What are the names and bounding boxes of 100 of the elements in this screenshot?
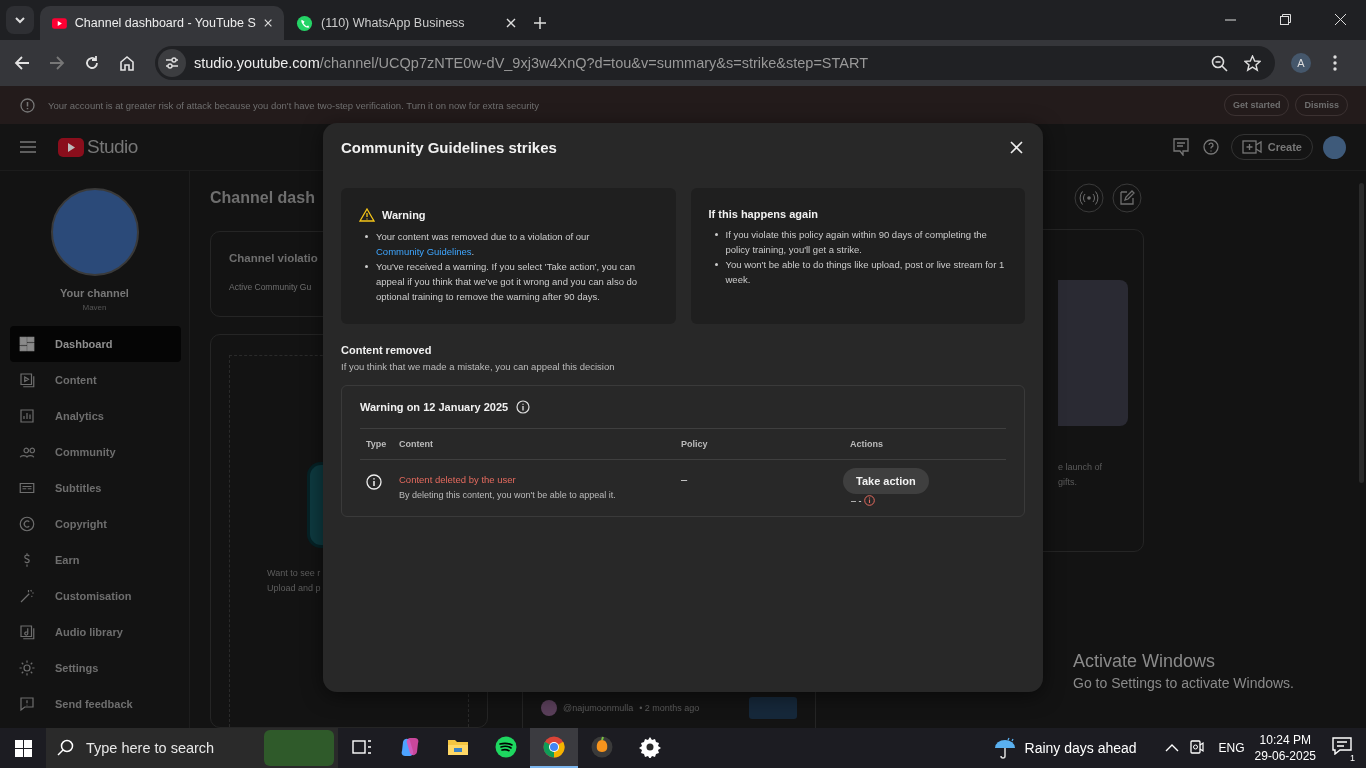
weather-text[interactable]: Rainy days ahead: [1024, 740, 1137, 756]
magic-wand-icon: [18, 587, 36, 605]
settings-icon: [18, 659, 36, 677]
close-icon[interactable]: [506, 18, 516, 28]
info-icon: [366, 474, 382, 490]
box-title: Warning: [382, 209, 426, 221]
fruit-icon: [591, 736, 613, 758]
nav-item[interactable]: Customisation: [10, 578, 181, 614]
warning-circle-icon: [20, 97, 35, 113]
help-icon[interactable]: [1202, 139, 1219, 155]
nav-item[interactable]: Content: [10, 362, 181, 398]
more-menu-icon[interactable]: [1333, 55, 1337, 71]
youtube-logo-icon: [58, 137, 84, 157]
close-icon[interactable]: [263, 18, 272, 28]
umbrella-rain-icon: [992, 736, 1017, 760]
url-text: studio.youtube.com/channel/UCQp7zNTE0w-dV_9xj3w4XnQ?d=tou&v=summary&s=strike&step=START: [194, 55, 869, 71]
new-tab-icon[interactable]: [534, 17, 546, 29]
folder-icon: [447, 738, 469, 756]
copyright-icon: [18, 515, 36, 533]
banner-message: Your account is at greater risk of attack because you don't have two-step verification. Turn it on now for extra security: [48, 99, 539, 111]
card-title: Channel violatio: [229, 252, 318, 264]
strike-title: Warning on 12 January 2025: [360, 401, 509, 413]
channel-name: Maven: [82, 303, 107, 312]
nav-item[interactable]: Earn: [10, 542, 181, 578]
dialog-title: Community Guidelines strikes: [341, 138, 557, 156]
taskbar-app[interactable]: [530, 728, 578, 768]
bullet-icon: [714, 233, 718, 236]
close-icon[interactable]: [1335, 14, 1346, 25]
chevron-down-icon: [14, 14, 26, 26]
search-icon: [57, 739, 75, 757]
comment-author: @najumoonmulla: [563, 703, 634, 713]
forward-arrow-icon[interactable]: [49, 55, 65, 71]
tab-search-button[interactable]: [6, 6, 34, 34]
profile-avatar[interactable]: A: [1291, 53, 1311, 73]
section-text: If you think that we made a mistake, you can appeal this decision: [341, 361, 616, 372]
whatsapp-icon: [296, 14, 313, 32]
site-settings-icon[interactable]: [158, 49, 186, 77]
commenter-avatar: [541, 700, 557, 716]
browser-tab[interactable]: Channel dashboard - YouTube S: [40, 6, 284, 40]
video-plus-icon: [1241, 140, 1262, 154]
bullet-text: You've received a warning. If you select 'Take action', you can appeal if you think that we've got it wrong and you can also do optional training to remove the warning after 90 days.: [376, 260, 639, 304]
feedback-icon: [18, 695, 36, 713]
nav-item[interactable]: Community: [10, 434, 181, 470]
chevron-up-icon[interactable]: [1164, 744, 1179, 752]
nav-item[interactable]: Subtitles: [10, 470, 181, 506]
policy-cell-text: –: [681, 472, 689, 487]
video-icon: [18, 371, 36, 389]
tab-title: Channel dashboard - YouTube S: [74, 16, 256, 30]
channel-label[interactable]: Your channel: [60, 287, 129, 299]
nav-item[interactable]: Dashboard: [10, 326, 181, 362]
nav-item[interactable]: Copyright: [10, 506, 181, 542]
nav-item[interactable]: Audio library: [10, 614, 181, 650]
live-icon[interactable]: [1074, 183, 1104, 213]
back-arrow-icon[interactable]: [14, 55, 30, 71]
camera-icon[interactable]: [1189, 740, 1204, 756]
menu-icon[interactable]: [20, 141, 36, 153]
restore-icon[interactable]: [1280, 14, 1291, 25]
chrome-icon: [543, 736, 565, 758]
notification-icon[interactable]: [1332, 737, 1352, 755]
news-text: e launch of: [1058, 461, 1103, 474]
feedback-icon[interactable]: [1172, 138, 1189, 156]
news-text: gifts.: [1058, 476, 1077, 489]
bullet-icon: [365, 265, 368, 268]
nav-item[interactable]: Analytics: [10, 398, 181, 434]
nav-item[interactable]: Settings: [10, 650, 181, 686]
star-icon[interactable]: [1244, 54, 1261, 72]
windows-start-icon[interactable]: [15, 739, 32, 757]
edit-icon[interactable]: [1112, 183, 1142, 213]
column-header: Type: [365, 439, 388, 449]
activation-title: Activate Windows: [1073, 651, 1217, 672]
language-indicator[interactable]: ENG: [1218, 741, 1245, 755]
home-icon[interactable]: [119, 55, 135, 71]
bullet-text: You won't be able to do things like upload, post or live stream for 1 week.: [725, 258, 1006, 287]
column-header: Content: [399, 439, 434, 449]
channel-avatar[interactable]: [1323, 135, 1346, 159]
action-note: – -: [851, 495, 862, 506]
task-view-icon: [352, 738, 372, 756]
youtube-icon: [52, 16, 67, 30]
content-status: Content deleted by the user: [399, 474, 517, 485]
card-text: Active Community Gu: [229, 282, 312, 292]
copilot-icon: [399, 736, 421, 758]
bullet-text: Your content was removed due to a violation of our Community Guidelines.: [376, 230, 591, 259]
browser-tab[interactable]: (110) WhatsApp Business: [284, 6, 528, 40]
zoom-out-icon[interactable]: [1211, 54, 1228, 72]
take-action-button[interactable]: Take action: [843, 468, 929, 494]
close-icon[interactable]: [1010, 140, 1023, 154]
clock-date[interactable]: 29-06-2025: [1254, 749, 1316, 763]
studio-logo-text: Studio: [87, 136, 138, 158]
bullet-icon: [365, 235, 368, 238]
spotify-icon: [495, 736, 517, 758]
notification-badge: 1: [1348, 753, 1357, 763]
reload-icon[interactable]: [84, 55, 100, 71]
column-header: Actions: [850, 439, 884, 449]
address-bar[interactable]: studio.youtube.com/channel/UCQp7zNTE0w-dV_9xj3w4XnQ?d=tou&v=summary&s=strike&step=START: [155, 46, 1275, 80]
guidelines-link[interactable]: Community Guidelines: [376, 246, 472, 257]
bullet-text: If you violate this policy again within 90 days of completing the policy training, you'll get a strike.: [725, 228, 988, 257]
clock-time[interactable]: 10:24 PM: [1259, 733, 1311, 747]
section-title: Content removed: [341, 344, 433, 356]
tab-title: (110) WhatsApp Business: [321, 16, 466, 30]
nav-item[interactable]: Send feedback: [10, 686, 181, 722]
